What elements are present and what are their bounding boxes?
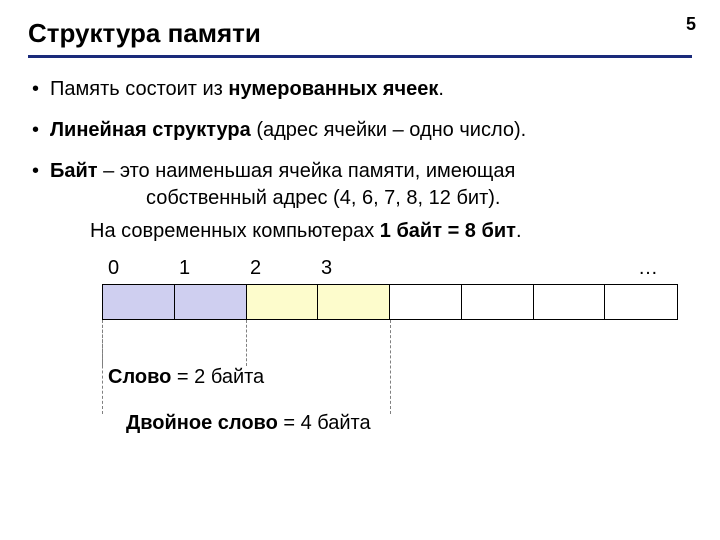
bullet-3: Байт – это наименьшая ячейка памяти, име… [28,158,692,444]
cell-3 [318,285,390,319]
cell-5 [462,285,534,319]
text: . [438,78,444,100]
title-rule [28,55,692,58]
dashed-line-long [102,320,103,414]
cell-label-1: 1 [173,255,244,282]
dashed-line [246,320,247,366]
text: На современных компьютерах [90,220,380,242]
page-number: 5 [686,14,696,35]
text-bold: нумерованных ячеек [228,78,438,100]
bullet-list: Память состоит из нумерованных ячеек. Ли… [28,76,692,444]
cell-label-2: 2 [244,255,315,282]
bullet-3-sub: На современных компьютерах 1 байт = 8 би… [50,218,692,245]
bullet-1: Память состоит из нумерованных ячеек. [28,76,692,103]
text: Память состоит из [50,78,228,100]
cell-label-3: 3 [315,255,386,282]
cells-row [102,284,678,320]
cell-2 [247,285,319,319]
text: = 4 байта [278,412,371,434]
cell-0 [103,285,175,319]
cell-6 [534,285,606,319]
word-label: Слово = 2 байта [108,364,264,391]
cell-4 [390,285,462,319]
memory-diagram: 0 1 2 3 … Слово = 2 байта [50,255,692,444]
text-bold: 1 байт = 8 бит [380,220,516,242]
cell-7 [605,285,677,319]
bullet-2: Линейная структура (адрес ячейки – одно … [28,117,692,144]
cell-label-dots: … [386,255,692,282]
dword-label: Двойное слово = 4 байта [126,410,371,437]
text-bold: Байт [50,160,98,182]
text-bold: Линейная структура [50,119,251,141]
cell-1 [175,285,247,319]
cell-label-0: 0 [102,255,173,282]
cell-labels: 0 1 2 3 … [102,255,692,282]
text: = 2 байта [171,366,264,388]
text: . [516,220,522,242]
text: – это наименьшая ячейка памяти, имеющая [98,160,516,182]
dashed-line-long [390,320,391,414]
text-bold: Слово [108,366,171,388]
bullet-3-line2: собственный адрес (4, 6, 7, 8, 12 бит). [50,185,692,212]
brace-area: Слово = 2 байта Двойное слово = 4 байта [102,320,678,444]
text: (адрес ячейки – одно число). [251,119,526,141]
page-title: Структура памяти [28,18,692,49]
text-bold: Двойное слово [126,412,278,434]
